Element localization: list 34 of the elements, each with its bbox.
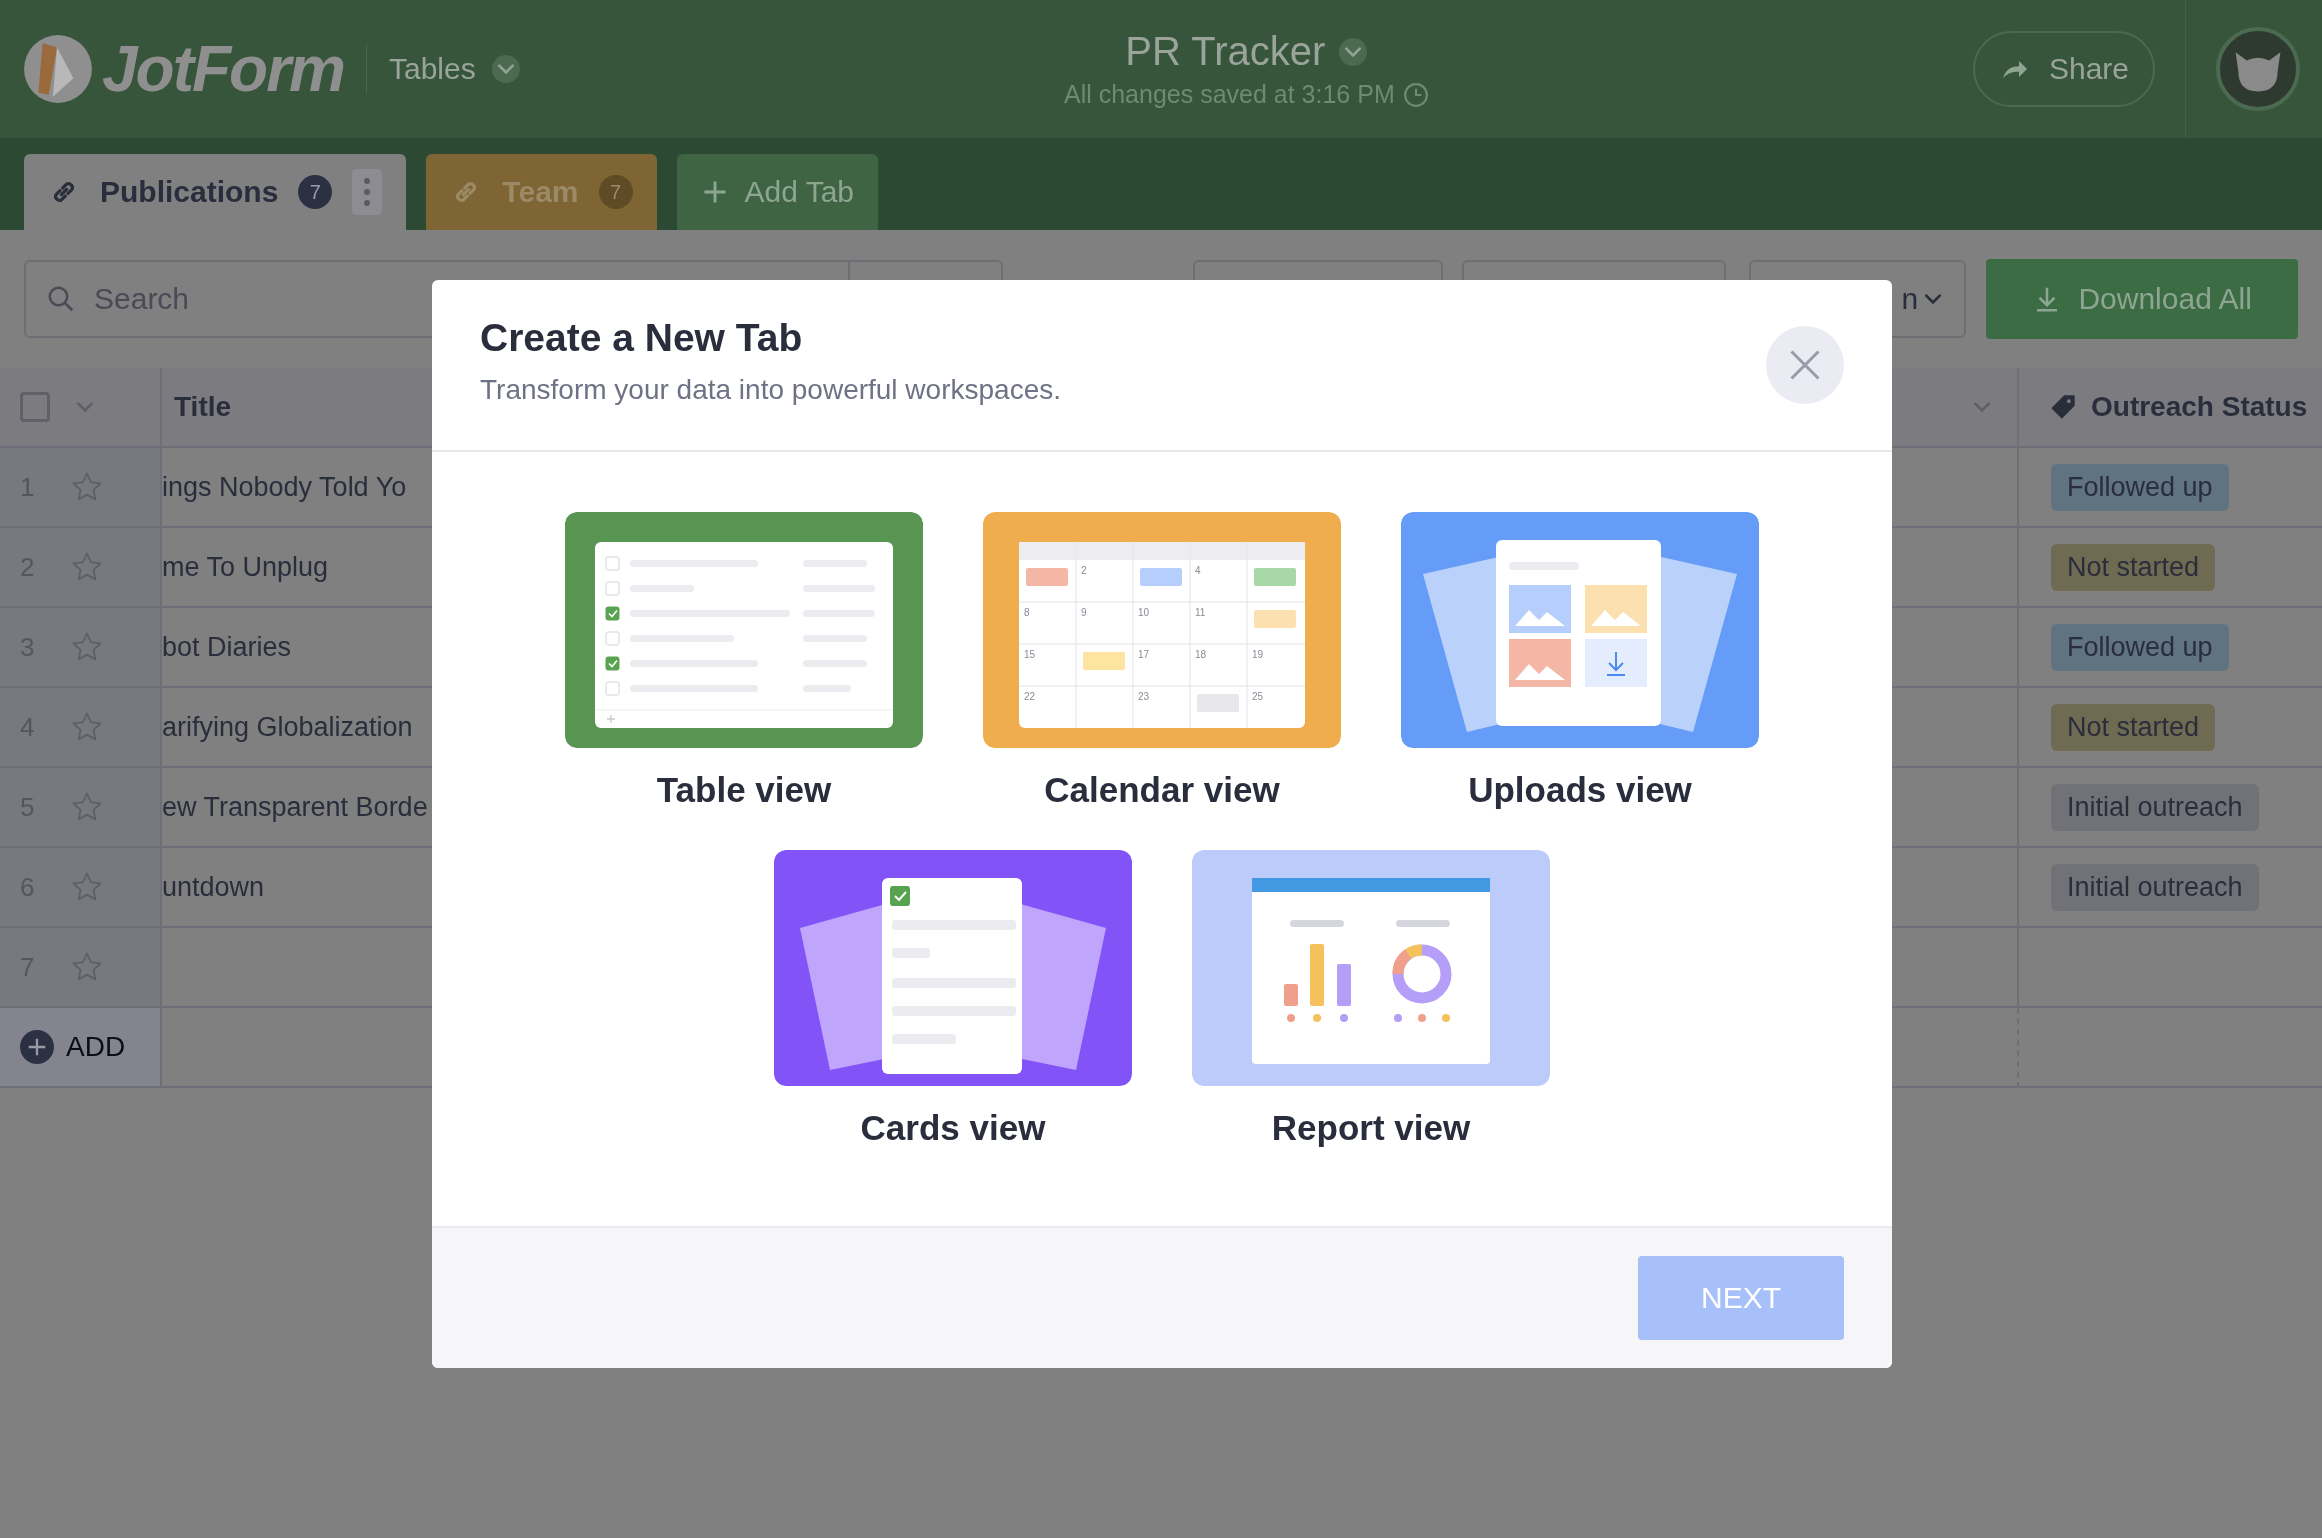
- table-cell: ings Nobody Told Yo: [162, 471, 407, 503]
- day-number: 9: [1081, 607, 1087, 618]
- day-number: 2: [1081, 565, 1087, 576]
- day-number: 15: [1024, 649, 1036, 660]
- day-number: 25: [1252, 691, 1264, 702]
- status-tag: Initial outreach: [2051, 783, 2259, 831]
- status-tag: Initial outreach: [2051, 863, 2259, 911]
- count-badge: 7: [298, 175, 333, 209]
- dialog-subtitle: Transform your data into powerful workspaces.: [480, 374, 1061, 406]
- table-cell: ew Transparent Borde: [162, 791, 428, 823]
- day-number: 23: [1138, 691, 1150, 702]
- status-tag: Followed up: [2051, 623, 2229, 671]
- status-tag: Not started: [2051, 703, 2216, 751]
- day-number: 8: [1024, 607, 1030, 618]
- day-number: 11: [1195, 607, 1206, 618]
- table-cell: me To Unplug: [162, 551, 329, 583]
- status-tag: Not started: [2051, 543, 2216, 591]
- count-badge: 7: [598, 175, 633, 209]
- form-title: PR Tracker: [1125, 29, 1326, 74]
- saved-status: All changes saved at 3:16 PM: [1063, 80, 1395, 109]
- day-number: 4: [1195, 565, 1201, 576]
- day-number: 17: [1138, 649, 1150, 660]
- column-header: Outreach Status: [2091, 391, 2308, 423]
- table-cell: arifying Globalization: [162, 711, 413, 743]
- table-cell: bot Diaries: [162, 631, 292, 663]
- day-number: 19: [1252, 649, 1264, 660]
- dialog-title: Create a New Tab: [480, 316, 804, 360]
- day-number: 18: [1195, 649, 1207, 660]
- table-cell: untdown: [162, 871, 265, 903]
- column-header: Title: [174, 391, 232, 423]
- day-number: 22: [1024, 691, 1036, 702]
- status-tag: Followed up: [2051, 463, 2229, 511]
- day-number: 10: [1138, 607, 1150, 618]
- logo-wordmark: JotForm: [102, 32, 344, 106]
